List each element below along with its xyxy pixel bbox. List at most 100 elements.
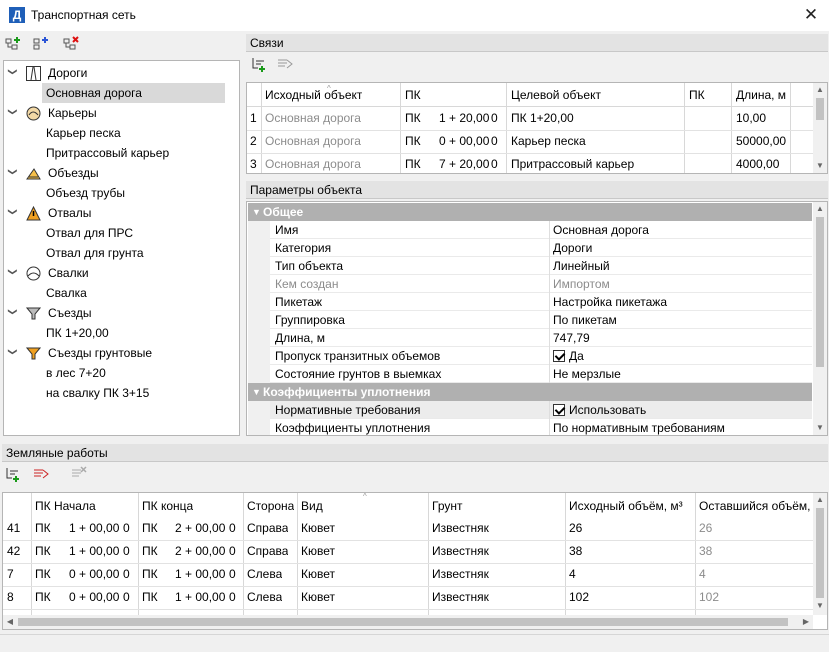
chevron-down-icon[interactable]: ▼ [252,383,261,401]
param-value[interactable]: Линейный [553,257,610,275]
col-header[interactable]: Исходный объект [265,84,362,106]
table-row[interactable]: 7 ПК 0 + 00,00 0 ПК 1 + 00,00 0 Слева Кю… [3,563,813,586]
param-value[interactable]: Не мерзлые [553,365,621,383]
col-header[interactable]: ПК [405,84,421,106]
scroll-up-icon[interactable]: ▲ [813,493,827,507]
param-row[interactable]: Длина, м 747,79 [248,329,812,347]
col-header[interactable]: ПК [689,84,705,106]
link-forward-icon[interactable] [276,56,294,72]
links-scrollbar[interactable]: ▲ ▼ [813,83,827,173]
row-number: 41 [7,521,21,535]
chevron-down-icon[interactable]: ▼ [252,203,261,221]
param-row[interactable]: Группировка По пикетам [248,311,812,329]
delete-node-icon[interactable] [62,36,80,52]
transit-checkbox[interactable] [553,350,565,362]
pk-value: 1 + 00,00 [69,544,120,558]
tree-group-quarries[interactable]: ❯ Карьеры [4,103,239,123]
table-row[interactable]: 1 Основная дорога ПК 1 + 20,00 0 ПК 1+20… [247,107,813,130]
table-row[interactable]: 41 ПК 1 + 00,00 0 ПК 2 + 00,00 0 Справа … [3,517,813,540]
close-button[interactable]: ✕ [798,3,824,27]
add-node-icon[interactable] [32,36,50,52]
scroll-thumb[interactable] [816,217,824,367]
param-row[interactable]: Пикетаж Настройка пикетажа [248,293,812,311]
table-row[interactable]: 42 ПК 1 + 00,00 0 ПК 2 + 00,00 0 Справа … [3,540,813,563]
scroll-thumb[interactable] [18,618,788,626]
param-value[interactable]: Дороги [553,239,592,257]
scroll-up-icon[interactable]: ▲ [813,83,827,97]
group-general[interactable]: ▼ Общее [248,203,812,221]
tree-item-label: Отвал для ПРС [46,226,134,240]
param-value[interactable]: По пикетам [553,311,617,329]
norm-checkbox[interactable] [553,404,565,416]
param-row[interactable]: Пропуск транзитных объемов Да [248,347,812,365]
exit-funnel-icon [25,306,42,321]
pk-value: 1 + 00,00 [69,521,120,535]
chevron-down-icon[interactable]: ❯ [8,208,18,218]
add-earthwork-icon[interactable] [4,466,22,482]
param-row[interactable]: Коэффициенты уплотнения По нормативным тр… [248,419,812,435]
param-row[interactable]: Тип объекта Линейный [248,257,812,275]
links-table[interactable]: ^ Исходный объект ПК Целевой объект ПК Д… [246,82,828,174]
tree-group-roads[interactable]: ❯ Дороги [4,63,239,83]
scroll-down-icon[interactable]: ▼ [813,599,827,613]
col-header[interactable]: Вид [301,495,323,517]
col-header[interactable]: Исходный объём, м³ [569,495,683,517]
param-row[interactable]: Нормативные требования Использовать [248,401,812,419]
chevron-down-icon[interactable]: ❯ [8,68,18,78]
group-compaction[interactable]: ▼ Коэффициенты уплотнения [248,383,812,401]
add-link-icon[interactable] [250,56,268,72]
soil: Известняк [432,590,489,604]
tree-group-label: Съезды грунтовые [48,346,153,360]
tree-item-main-road[interactable]: Основная дорога [42,83,225,103]
param-value[interactable]: Да [553,347,584,365]
col-header[interactable]: Грунт [432,495,463,517]
col-header[interactable]: Длина, м [736,84,786,106]
param-row[interactable]: Состояние грунтов в выемках Не мерзлые [248,365,812,383]
col-header[interactable]: ПК конца [142,495,193,517]
scroll-left-icon[interactable]: ◀ [3,615,17,629]
scroll-thumb[interactable] [816,508,824,598]
param-row[interactable]: Кем создан Импортом [248,275,812,293]
scroll-thumb[interactable] [816,98,824,120]
param-value[interactable]: Настройка пикетажа [553,293,667,311]
status-bar [0,634,829,652]
chevron-down-icon[interactable]: ❯ [8,108,18,118]
col-header[interactable]: Сторона [247,495,294,517]
param-row[interactable]: Имя Основная дорога [248,221,812,239]
earthworks-table[interactable]: ^ ПК Начала ПК конца Сторона Вид Грунт И… [2,492,828,630]
tree-group-soil-exits[interactable]: ❯ Съезды грунтовые [4,343,239,363]
param-value[interactable]: Использовать [553,401,646,419]
table-row[interactable]: 3 Основная дорога ПК 7 + 20,00 0 Притрас… [247,153,813,173]
tree-item-label: в лес 7+20 [46,366,106,380]
object-tree[interactable]: ❯ Дороги Основная дорога ❯ Карьеры Карье… [3,60,240,436]
chevron-down-icon[interactable]: ❯ [8,168,18,178]
col-header[interactable]: Оставшийся объём, [699,495,811,517]
tree-group-landfills[interactable]: ❯ Свалки [4,263,239,283]
add-child-node-icon[interactable] [4,36,22,52]
tree-group-detours[interactable]: ❯ Объезды [4,163,239,183]
scroll-up-icon[interactable]: ▲ [813,202,827,216]
params-grid[interactable]: ▼ Общее Имя Основная дорога Категория Доро… [246,201,828,436]
chevron-down-icon[interactable]: ❯ [8,348,18,358]
earthworks-vscrollbar[interactable]: ▲ ▼ [813,493,827,615]
param-row[interactable]: Категория Дороги [248,239,812,257]
side: Справа [247,544,289,558]
table-row[interactable]: 8 ПК 0 + 00,00 0 ПК 1 + 00,00 0 Слева Кю… [3,586,813,609]
param-value[interactable]: Основная дорога [553,221,649,239]
earthworks-hscrollbar[interactable]: ◀ ▶ [3,615,813,629]
param-value[interactable]: 747,79 [553,329,590,347]
delete-earthwork-icon[interactable] [70,466,88,482]
param-value[interactable]: По нормативным требованиям [553,419,725,435]
tree-group-dumps[interactable]: ❯ Отвалы [4,203,239,223]
chevron-down-icon[interactable]: ❯ [8,268,18,278]
scroll-right-icon[interactable]: ▶ [799,615,813,629]
params-scrollbar[interactable]: ▲ ▼ [813,202,827,435]
col-header[interactable]: ПК Начала [35,495,96,517]
scroll-down-icon[interactable]: ▼ [813,159,827,173]
col-header[interactable]: Целевой объект [511,84,601,106]
chevron-down-icon[interactable]: ❯ [8,308,18,318]
scroll-down-icon[interactable]: ▼ [813,421,827,435]
table-row[interactable]: 2 Основная дорога ПК 0 + 00,00 0 Карьер … [247,130,813,153]
tree-group-exits[interactable]: ❯ Съезды [4,303,239,323]
move-earthwork-icon[interactable] [32,466,50,482]
